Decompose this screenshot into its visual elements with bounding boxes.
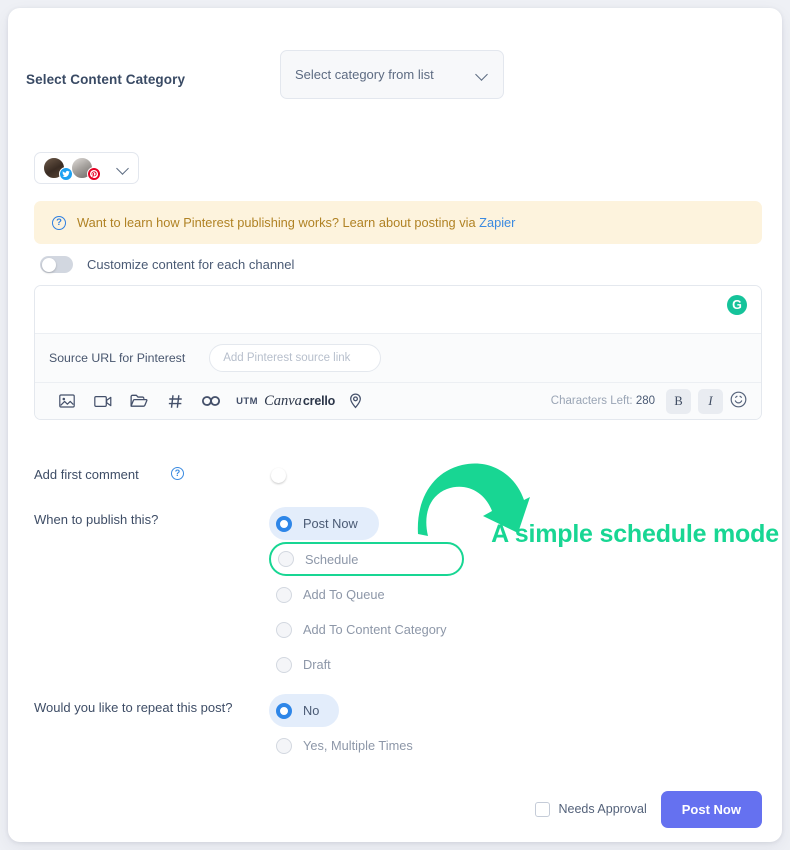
crello-icon[interactable]: crello <box>301 386 337 416</box>
customize-content-toggle[interactable] <box>40 256 73 273</box>
needs-approval-label: Needs Approval <box>558 802 647 816</box>
publish-option-label: Draft <box>303 657 331 672</box>
image-icon[interactable] <box>49 386 85 416</box>
characters-left-label: Characters Left: <box>550 395 633 407</box>
source-url-row: Source URL for Pinterest Add Pinterest s… <box>35 333 761 382</box>
radio-icon <box>276 737 292 754</box>
radio-icon <box>278 551 294 567</box>
source-url-input[interactable]: Add Pinterest source link <box>209 344 382 372</box>
hashtag-icon[interactable] <box>157 386 193 416</box>
repeat-label: Would you like to repeat this post? <box>34 700 233 715</box>
annotation-text: A simple schedule mode <box>491 520 779 548</box>
post-editor: G Source URL for Pinterest Add Pinterest… <box>34 285 762 420</box>
radio-icon <box>276 515 292 532</box>
repeat-option-yes-multiple-times[interactable]: Yes, Multiple Times <box>269 729 489 762</box>
utm-icon[interactable]: UTM <box>229 386 265 416</box>
chevron-down-icon <box>117 162 130 175</box>
info-banner: ? Want to learn how Pinterest publishing… <box>34 201 762 244</box>
content-category-label: Select Content Category <box>26 72 186 87</box>
question-circle-icon[interactable]: ? <box>171 467 184 480</box>
first-comment-row: Add first comment ? <box>34 463 434 489</box>
needs-approval-checkbox[interactable] <box>534 801 550 817</box>
publish-option-label: Post Now <box>303 516 358 531</box>
radio-icon <box>276 621 292 638</box>
publish-option-post-now[interactable]: Post Now <box>269 507 379 540</box>
publish-option-label: Add To Queue <box>303 587 385 602</box>
editor-toolbar-right: Characters Left: 280 B I <box>551 388 747 414</box>
source-url-placeholder: Add Pinterest source link <box>223 352 351 364</box>
bold-button[interactable]: B <box>666 388 691 414</box>
canva-icon[interactable]: Canva <box>264 386 302 416</box>
publish-option-draft[interactable]: Draft <box>269 648 479 681</box>
info-banner-text: Want to learn how Pinterest publishing w… <box>77 215 515 230</box>
publish-option-add-to-queue[interactable]: Add To Queue <box>269 578 479 611</box>
zapier-link[interactable]: Zapier <box>479 215 515 230</box>
italic-button[interactable]: I <box>698 388 723 414</box>
source-url-label: Source URL for Pinterest <box>49 351 186 365</box>
pinterest-badge-icon <box>87 167 101 181</box>
post-now-button[interactable]: Post Now <box>660 790 762 828</box>
characters-left-value: 280 <box>635 395 655 407</box>
repeat-option-label: No <box>303 703 320 718</box>
publish-label: When to publish this? <box>34 512 159 527</box>
publish-radio-group: Post Now Schedule Add To Queue Add To Co… <box>269 507 479 683</box>
publish-option-schedule[interactable]: Schedule <box>269 542 464 576</box>
first-comment-label: Add first comment <box>34 467 139 482</box>
smiley-icon[interactable] <box>730 391 747 412</box>
composer-card: Select Content Category Select category … <box>8 8 782 842</box>
customize-content-label: Customize content for each channel <box>87 257 295 272</box>
post-text-area[interactable]: G <box>35 286 761 333</box>
account-selector[interactable] <box>34 152 139 184</box>
folder-icon[interactable] <box>121 386 157 416</box>
chevron-down-icon <box>476 68 489 81</box>
info-banner-message: Want to learn how Pinterest publishing w… <box>77 215 480 230</box>
repeat-option-label: Yes, Multiple Times <box>303 738 413 753</box>
avatar <box>71 157 101 181</box>
repeat-option-no[interactable]: No <box>269 694 339 727</box>
editor-toolbar: UTM Canva crello Characters Left: 280 B … <box>35 382 761 419</box>
grammarly-icon[interactable]: G <box>727 295 747 315</box>
composer-footer: Needs Approval Post Now <box>34 788 762 830</box>
video-icon[interactable] <box>85 386 121 416</box>
radio-icon <box>276 656 292 673</box>
content-category-select[interactable]: Select category from list <box>280 50 504 99</box>
radio-icon <box>276 702 292 719</box>
question-circle-icon: ? <box>52 215 66 230</box>
characters-left: Characters Left: 280 <box>551 395 655 407</box>
publish-option-label: Add To Content Category <box>303 622 447 637</box>
publish-option-add-to-content-category[interactable]: Add To Content Category <box>269 613 479 646</box>
repeat-radio-group: No Yes, Multiple Times <box>269 694 489 764</box>
content-category-row: Select Content Category Select category … <box>26 50 762 110</box>
customize-content-row[interactable]: Customize content for each channel <box>40 256 294 273</box>
content-category-select-value: Select category from list <box>295 67 434 82</box>
publish-option-label: Schedule <box>305 551 359 567</box>
location-pin-icon[interactable] <box>337 386 373 416</box>
link-icon[interactable] <box>193 386 229 416</box>
avatar <box>43 157 73 181</box>
radio-icon <box>276 586 292 603</box>
app-root: Select Content Category Select category … <box>0 0 790 850</box>
